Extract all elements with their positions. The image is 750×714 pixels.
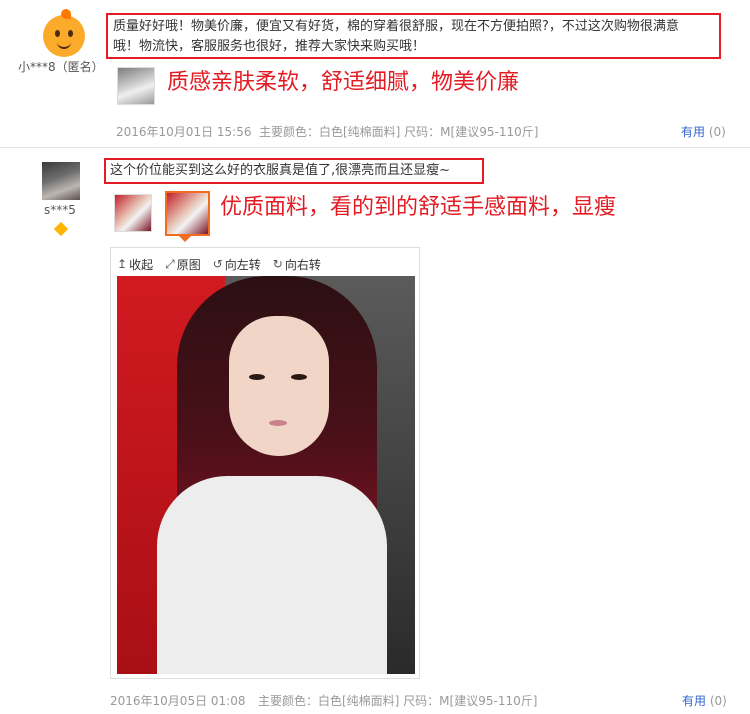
- viewer-toolbar: ↥ 收起 ⤢ 原图 ↺ 向左转 ↻ 向右转: [117, 256, 321, 272]
- rotate-left-button[interactable]: ↺ 向左转: [213, 256, 261, 272]
- useful-count: (0): [708, 125, 726, 139]
- vip-diamond-icon: [53, 221, 69, 237]
- photo-viewer: ↥ 收起 ⤢ 原图 ↺ 向左转 ↻ 向右转: [110, 247, 420, 679]
- review-text: 质量好好哦！物美价廉，便宜又有好货，棉的穿着很舒服，现在不方便拍照?，不过这次购…: [113, 17, 721, 57]
- rotate-right-icon: ↻: [272, 257, 283, 271]
- photo-thumbnail-selected[interactable]: [165, 191, 210, 242]
- fullsize-icon: ⤢: [165, 256, 175, 271]
- review-item: 小***8（匿名） 质量好好哦！物美价廉，便宜又有好货，棉的穿着很舒服，现在不方…: [0, 0, 750, 148]
- review-date: 2016年10月05日 01:08: [110, 694, 246, 708]
- photo-thumbnail[interactable]: [114, 194, 152, 232]
- photo-eye: [249, 374, 265, 380]
- review-text-line: 质量好好哦！物美价廉，便宜又有好货，棉的穿着很舒服，现在不方便拍照?，不过这次购…: [113, 19, 679, 34]
- avatar-mouth: [57, 41, 71, 49]
- review-attributes: 主要颜色：白色[纯棉面料] 尺码：M[建议95-110斤]: [258, 694, 538, 708]
- photo-thumbnail[interactable]: [117, 67, 155, 105]
- photo-white-shirt: [157, 476, 387, 674]
- enlarged-photo[interactable]: [117, 276, 415, 674]
- annotation-caption: 质感亲肤柔软，舒适细腻，物美价廉: [167, 70, 520, 95]
- collapse-button[interactable]: ↥ 收起: [117, 256, 153, 272]
- avatar[interactable]: [42, 162, 80, 200]
- photo-lips: [269, 420, 287, 426]
- avatar-tuft: [61, 9, 71, 19]
- collapse-label: 收起: [129, 257, 154, 272]
- avatar-eye: [68, 30, 73, 37]
- rotate-left-label: 向左转: [224, 257, 261, 272]
- review-text-highlight: 质量好好哦！物美价廉，便宜又有好货，棉的穿着很舒服，现在不方便拍照?，不过这次购…: [106, 13, 721, 59]
- useful-button[interactable]: 有用: [682, 694, 706, 708]
- review-divider: [0, 147, 750, 148]
- collapse-arrow-icon: ↥: [117, 257, 128, 271]
- fullsize-label: 原图: [176, 257, 201, 272]
- useful-vote[interactable]: 有用 (0): [682, 692, 727, 709]
- username[interactable]: s***5: [44, 203, 76, 217]
- useful-vote[interactable]: 有用 (0): [681, 123, 726, 140]
- annotation-caption: 优质面料，看的到的舒适手感面料，显瘦: [220, 195, 617, 220]
- review-date: 2016年10月01日 15:56: [116, 125, 252, 139]
- avatar[interactable]: [43, 9, 85, 57]
- photo-face: [229, 316, 329, 456]
- photo-eye: [291, 374, 307, 380]
- useful-count: (0): [709, 694, 727, 708]
- review-item: s***5 这个价位能买到这么好的衣服真是值了,很漂亮而且还显瘦~ 优质面料，看…: [0, 149, 750, 714]
- username[interactable]: 小***8（匿名）: [18, 58, 104, 75]
- rotate-left-icon: ↺: [212, 257, 223, 271]
- review-attributes: 主要颜色：白色[纯棉面料] 尺码：M[建议95-110斤]: [259, 125, 539, 139]
- review-text: 这个价位能买到这么好的衣服真是值了,很漂亮而且还显瘦~: [110, 163, 451, 178]
- review-text-highlight: 这个价位能买到这么好的衣服真是值了,很漂亮而且还显瘦~: [104, 158, 484, 184]
- review-text-line: 哦！物流快，客服服务也很好，推荐大家快来购买哦！: [113, 39, 426, 54]
- rotate-right-button[interactable]: ↻ 向右转: [273, 256, 321, 272]
- rotate-right-label: 向右转: [284, 257, 321, 272]
- avatar-eye: [55, 30, 60, 37]
- fullsize-button[interactable]: ⤢ 原图: [165, 256, 201, 272]
- useful-button[interactable]: 有用: [681, 125, 705, 139]
